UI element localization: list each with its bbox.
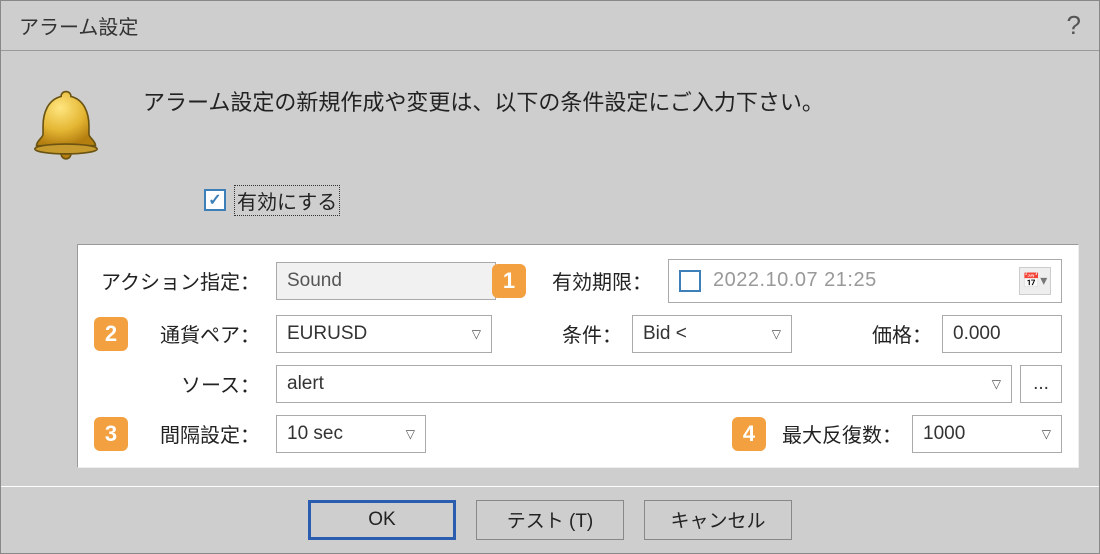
dialog-body: アラーム設定の新規作成や変更は、以下の条件設定にご入力下さい。 ✓ 有効にする [1,51,1099,234]
chevron-down-icon: ▽ [464,327,481,341]
expiration-value: 2022.10.07 21:25 [713,269,877,292]
test-button[interactable]: テスト (T) [476,500,624,540]
expiration-field[interactable]: 2022.10.07 21:25 📅▾ [668,259,1062,303]
action-select[interactable]: Sound [276,262,496,300]
enable-checkbox[interactable]: ✓ [204,189,226,211]
title-bar: アラーム設定 ? [1,1,1099,51]
chevron-down-icon: ▽ [1034,427,1051,441]
condition-label: 条件： [562,319,622,348]
price-label: 価格： [872,319,932,348]
chevron-down-icon: ▽ [764,327,781,341]
source-value: alert [287,373,324,395]
interval-value: 10 sec [287,423,343,445]
badge-4: 4 [732,417,766,451]
expiration-label: 有効期限： [552,266,652,295]
button-bar: OK テスト (T) キャンセル [1,486,1099,553]
settings-panel: アクション指定： Sound 1 有効期限： 2022.10.07 21:25 … [77,244,1079,468]
calendar-icon[interactable]: 📅▾ [1019,267,1051,295]
condition-select[interactable]: Bid < ▽ [632,315,792,353]
badge-2: 2 [94,317,128,351]
source-label: ソース： [94,369,260,398]
intro-text: アラーム設定の新規作成や変更は、以下の条件設定にご入力下さい。 [143,79,824,117]
help-button[interactable]: ? [1067,10,1081,41]
price-value: 0.000 [953,323,1001,345]
max-repeat-value: 1000 [923,423,965,445]
action-label: アクション指定： [94,266,260,295]
max-repeat-select[interactable]: 1000 ▽ [912,415,1062,453]
dialog-window: アラーム設定 ? アラーム設定の新規作成や変更は、以下の条件設定にご入力下さい。 [0,0,1100,554]
enable-label: 有効にする [237,192,337,214]
pair-value: EURUSD [287,323,367,345]
price-input[interactable]: 0.000 [942,315,1062,353]
interval-select[interactable]: 10 sec ▽ [276,415,426,453]
dialog-title: アラーム設定 [19,11,138,40]
pair-select[interactable]: EURUSD ▽ [276,315,492,353]
action-value: Sound [287,270,342,292]
bell-icon [25,85,107,167]
max-repeat-label: 最大反復数： [782,419,902,448]
badge-1: 1 [492,264,526,298]
chevron-down-icon: ▽ [398,427,415,441]
condition-value: Bid < [643,323,687,345]
source-select[interactable]: alert ▽ [276,365,1012,403]
ok-button[interactable]: OK [308,500,456,540]
interval-label: 間隔設定： [144,419,260,448]
expiration-checkbox[interactable] [679,270,701,292]
browse-button[interactable]: ... [1020,365,1062,403]
chevron-down-icon: ▽ [984,377,1001,391]
cancel-button[interactable]: キャンセル [644,500,792,540]
badge-3: 3 [94,417,128,451]
pair-label: 通貨ペア： [144,319,260,348]
